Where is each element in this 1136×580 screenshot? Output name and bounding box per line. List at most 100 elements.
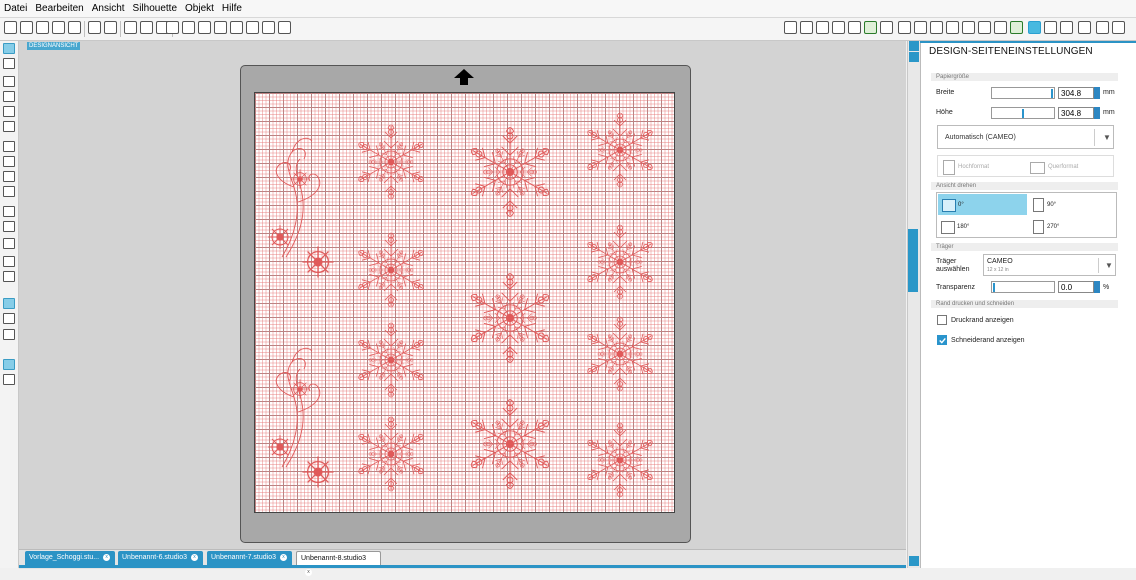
- library-view-icon[interactable]: [3, 313, 15, 324]
- paper-size-dropdown[interactable]: Automatisch (CAMEO) ▼: [937, 125, 1114, 149]
- rotate-icon[interactable]: [946, 21, 959, 34]
- ellipse-tool-icon[interactable]: [3, 121, 15, 132]
- page-view-icon[interactable]: [3, 298, 15, 309]
- print-icon[interactable]: [88, 21, 101, 34]
- page-settings-icon[interactable]: [1028, 21, 1041, 34]
- transparency-input[interactable]: 0.0: [1058, 281, 1094, 293]
- pattern-icon[interactable]: [816, 21, 829, 34]
- height-slider-handle[interactable]: [1022, 109, 1024, 118]
- scroll-up-icon[interactable]: [909, 52, 919, 62]
- line-color-icon[interactable]: [832, 21, 845, 34]
- save-icon[interactable]: [52, 21, 65, 34]
- cut-icon[interactable]: [124, 21, 137, 34]
- width-slider-handle[interactable]: [1051, 89, 1053, 98]
- zoom-in-icon[interactable]: [214, 21, 227, 34]
- redo-icon[interactable]: [182, 21, 195, 34]
- new-file-icon[interactable]: [4, 21, 17, 34]
- width-spinner[interactable]: [1094, 87, 1100, 99]
- transparency-slider-handle[interactable]: [993, 283, 995, 292]
- close-icon[interactable]: x: [305, 568, 312, 576]
- width-input[interactable]: 304.8: [1058, 87, 1094, 99]
- cut-border-label[interactable]: Schneiderand anzeigen: [951, 337, 1025, 344]
- tab-unbenannt-8[interactable]: Unbenannt-8.studio3 x: [296, 551, 381, 576]
- curve-tool-icon[interactable]: [3, 156, 15, 167]
- menu-bearbeiten[interactable]: Bearbeiten: [34, 3, 84, 14]
- carrier-dropdown[interactable]: CAMEO 12 x 12 in ▼: [983, 254, 1116, 276]
- rounded-rectangle-icon[interactable]: [3, 106, 15, 117]
- fit-to-page-icon[interactable]: [278, 21, 291, 34]
- close-icon[interactable]: x: [280, 553, 287, 561]
- delete-icon[interactable]: [68, 21, 81, 34]
- pencil-tool-icon[interactable]: [3, 186, 15, 197]
- fill-color-icon[interactable]: [784, 21, 797, 34]
- split-view-icon[interactable]: [3, 374, 15, 385]
- design-artwork[interactable]: [254, 92, 675, 513]
- tab-unbenannt-7[interactable]: Unbenannt-7.studio3 x: [207, 551, 292, 565]
- undo-icon[interactable]: [166, 21, 179, 34]
- replicate-icon[interactable]: [930, 21, 943, 34]
- polygon-tool-icon[interactable]: [3, 141, 15, 152]
- print-border-checkbox[interactable]: [937, 315, 947, 325]
- rotate-270-label[interactable]: 270°: [1047, 224, 1059, 230]
- regular-polygon-icon[interactable]: [3, 221, 15, 232]
- width-slider[interactable]: [991, 87, 1055, 99]
- close-icon[interactable]: x: [103, 553, 111, 561]
- menu-hilfe[interactable]: Hilfe: [221, 3, 243, 14]
- menu-ansicht[interactable]: Ansicht: [91, 3, 126, 14]
- modify-icon[interactable]: [962, 21, 975, 34]
- pan-icon[interactable]: [198, 21, 211, 34]
- transparency-slider[interactable]: [991, 281, 1055, 293]
- text-tool-icon[interactable]: [3, 238, 15, 249]
- align-icon[interactable]: [880, 21, 893, 34]
- print-border-label[interactable]: Druckrand anzeigen: [951, 317, 1014, 324]
- menu-datei[interactable]: Datei: [3, 3, 28, 14]
- gradient-icon[interactable]: [800, 21, 813, 34]
- zoom-out-icon[interactable]: [230, 21, 243, 34]
- zoom-select-icon[interactable]: [246, 21, 259, 34]
- scrollbar-thumb[interactable]: [908, 229, 918, 292]
- panel-expand-icon[interactable]: [909, 41, 919, 51]
- menu-silhouette[interactable]: Silhouette: [132, 3, 178, 14]
- height-input[interactable]: 304.8: [1058, 107, 1094, 119]
- registration-icon[interactable]: [1044, 21, 1057, 34]
- arc-icon[interactable]: [3, 206, 15, 217]
- cut-settings-icon[interactable]: [1010, 21, 1023, 34]
- height-spinner[interactable]: [1094, 107, 1100, 119]
- cut-border-checkbox[interactable]: [937, 335, 947, 345]
- copy-icon[interactable]: [140, 21, 153, 34]
- line-thickness-icon[interactable]: [864, 21, 877, 34]
- landscape-label[interactable]: Querformat: [1048, 164, 1078, 170]
- eraser-icon[interactable]: [1112, 21, 1125, 34]
- portrait-label[interactable]: Hochformat: [958, 164, 989, 170]
- text-style-icon[interactable]: [898, 21, 911, 34]
- arc-tool-icon[interactable]: [3, 171, 15, 182]
- scroll-down-icon[interactable]: [909, 556, 919, 566]
- close-icon[interactable]: x: [191, 553, 198, 561]
- rotate-90-icon[interactable]: [1033, 198, 1044, 212]
- eraser-tool-icon[interactable]: [3, 256, 15, 267]
- open-file-icon[interactable]: [20, 21, 33, 34]
- tab-vorlage-schoggi[interactable]: Vorlage_Schoggi.stu... x: [25, 551, 115, 565]
- store-icon[interactable]: [3, 329, 15, 340]
- grid-icon[interactable]: [1078, 21, 1091, 34]
- rotate-180-label[interactable]: 180°: [957, 224, 969, 230]
- portrait-icon[interactable]: [943, 160, 955, 175]
- knife-tool-icon[interactable]: [3, 271, 15, 282]
- tab-unbenannt-6[interactable]: Unbenannt-6.studio3 x: [118, 551, 203, 565]
- offset-icon[interactable]: [978, 21, 991, 34]
- send-icon[interactable]: [1060, 21, 1073, 34]
- menu-objekt[interactable]: Objekt: [184, 3, 215, 14]
- rotate-90-label[interactable]: 90°: [1047, 202, 1056, 208]
- rotate-0-option[interactable]: 0°: [938, 194, 1027, 215]
- preferences-icon[interactable]: [1096, 21, 1109, 34]
- send-to-cutter-icon[interactable]: [104, 21, 117, 34]
- library-icon[interactable]: [36, 21, 49, 34]
- rotate-180-icon[interactable]: [941, 221, 955, 234]
- transform-icon[interactable]: [914, 21, 927, 34]
- select-tool-icon[interactable]: [3, 43, 15, 54]
- landscape-icon[interactable]: [1030, 162, 1045, 174]
- rectangle-tool-icon[interactable]: [3, 91, 15, 102]
- vertical-scrollbar[interactable]: [907, 41, 920, 568]
- trace-icon[interactable]: [994, 21, 1007, 34]
- height-slider[interactable]: [991, 107, 1055, 119]
